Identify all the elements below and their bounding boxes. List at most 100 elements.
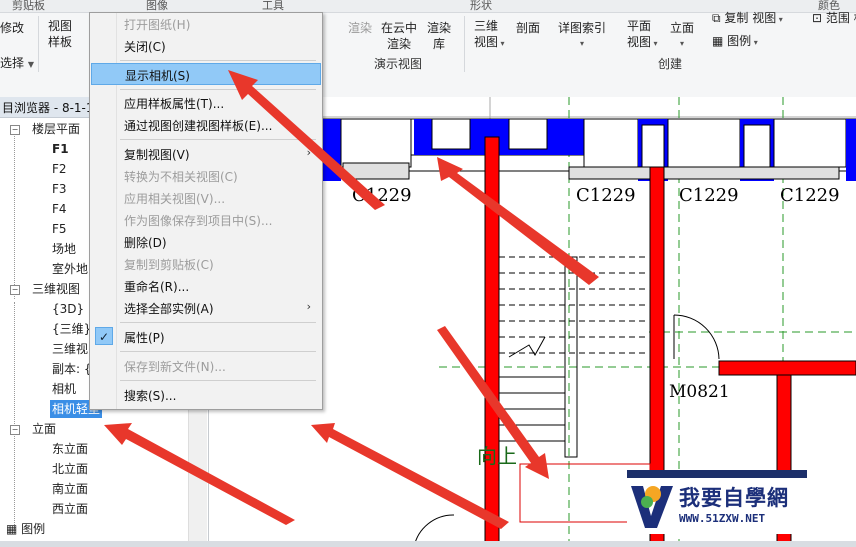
window-label: C1229 [780,185,840,206]
tree-3d-views[interactable]: 三维视图 [32,280,80,298]
plan-view-button[interactable]: 平面 视图 ▾ [627,18,658,52]
callout-button[interactable]: 详图索引 ▾ [558,20,606,52]
menu-item-rename[interactable]: 重命名(R)... [91,275,321,297]
legend-icon: ▦ [6,522,22,536]
menu-item-close[interactable]: 关闭(C) [91,35,321,57]
tree-floor-item[interactable]: F3 [52,180,67,198]
menu-item-search[interactable]: 搜索(S)... [91,384,321,406]
render-button[interactable]: 渲染 [348,20,372,36]
menu-item-copy-clipboard[interactable]: 复制到剪贴板(C) [91,253,321,275]
collapse-toggle[interactable]: − [10,285,20,295]
watermark-logo: 我要自學網 WWW.51ZXW.NET [627,470,827,547]
arrow-to-selected-camera [104,423,295,525]
stairs [499,256,649,458]
legend-icon: ▦ [712,34,724,48]
duplicate-view-button[interactable]: ⧉ 复制 视图 ▾ [712,10,783,28]
modify-button[interactable]: 修改 [0,20,24,36]
tree-floor-item[interactable]: F4 [52,200,67,218]
tree-3d-item[interactable]: 相机 [52,380,76,398]
tree-3d-item[interactable]: {三维} [52,320,91,338]
menu-item-label: 作为图像保存到项目中(S)... [124,214,273,228]
wall-blue [846,119,856,181]
stair-direction-label: 向上 [477,444,517,468]
menu-item-label: 应用相关视图(V)... [124,192,226,206]
window-frame [583,118,639,168]
tree-elevation-item[interactable]: 北立面 [52,460,88,478]
view3d-label-1: 三维 [474,19,499,33]
menu-item-delete[interactable]: 删除(D) [91,231,321,253]
tree-floor-item[interactable]: 室外地 [52,260,88,278]
menu-item-save-image[interactable]: 作为图像保存到项目中(S)... [91,209,321,231]
logo-mark-icon [631,486,673,528]
collapse-toggle[interactable]: − [10,425,20,435]
arrow-to-show-camera [228,70,385,210]
view3d-label-2-text: 视图 [474,35,499,49]
tree-line [14,302,15,430]
menu-item-save-new-file[interactable]: 保存到新文件(N)... [91,355,321,377]
tree-3d-item[interactable]: 副本: { [52,360,92,378]
tree-floor-item[interactable]: F2 [52,160,67,178]
menu-item-label: 选择全部实例(A) [124,302,214,316]
view3d-label-2: 视图 ▾ [474,34,505,52]
chevron-down-icon: ▾ [651,39,658,48]
menu-item-open-sheet[interactable]: 打开图纸(H) [91,13,321,35]
plan-label-2-text: 视图 [627,35,652,49]
chevron-down-icon: ▼ [27,60,34,69]
tree-elevation-item[interactable]: 西立面 [52,500,88,518]
menu-item-properties[interactable]: ✓ 属性(P) [91,326,321,348]
tree-3d-item[interactable]: 三维视 [52,340,88,358]
menu-separator [120,380,316,381]
logo-text: 我要自學網 [679,486,789,510]
legend-button[interactable]: ▦ 图例 ▾ [712,33,758,51]
duplicate-view-icon: ⧉ [712,11,721,25]
tree-3d-item[interactable]: {3D} [52,300,84,318]
chevron-down-icon: ▾ [498,39,505,48]
window-sill [568,166,840,180]
elevation-label: 立面 [670,21,695,35]
menu-item-label: 打开图纸(H) [124,18,191,32]
section-button[interactable]: 剖面 [516,20,540,36]
tree-floor-plans[interactable]: 楼层平面 [32,120,80,138]
tree-elevation-item[interactable]: 东立面 [52,440,88,458]
door-swing [673,314,720,360]
collapse-toggle[interactable]: − [10,125,20,135]
tree-floor-item[interactable]: F5 [52,220,67,238]
tree-elevation-item[interactable]: 南立面 [52,480,88,498]
window-label: C1229 [576,185,636,206]
tree-elevations[interactable]: 立面 [32,420,56,438]
callout-label: 详图索引 [558,21,607,35]
arrow-to-tree-item [311,423,509,529]
select-dropdown[interactable]: 选择 ▼ [0,55,34,73]
scope-box-label: 范围 框 [825,11,856,25]
window-frame [667,118,741,168]
check-icon: ✓ [95,327,113,345]
menu-item-label: 保存到新文件(N)... [124,360,226,374]
annotation-arrow-overlay [228,70,385,210]
project-browser-title: 目浏览器 - 8-1-1 [2,101,94,115]
submenu-arrow-icon: › [306,300,311,313]
plan-label-1: 平面 [627,19,652,33]
window-opening [508,118,548,150]
plan-label-2: 视图 ▾ [627,34,658,52]
scope-box-button[interactable]: ⊡ 范围 框 [812,10,856,26]
elevation-button[interactable]: 立面 ▾ [670,20,694,52]
view-template-label-1: 视图 [48,19,73,33]
menu-item-label: 应用样板属性(T)... [124,97,225,111]
annotation-arrows [311,157,599,529]
menu-item-label: 重命名(R)... [124,280,190,294]
group-create: 创建 [658,57,683,71]
cloud-render-button[interactable]: 在云中 渲染 [381,20,417,52]
window-opening [641,124,665,168]
cloud-render-label-1: 在云中 [381,21,418,35]
view3d-button[interactable]: 三维 视图 ▾ [474,18,505,52]
menu-item-select-all-instances[interactable]: 选择全部实例(A) › [91,297,321,319]
tree-floor-item[interactable]: F1 [52,140,69,158]
view-template-button[interactable]: 视图 样板 [48,18,72,50]
tree-legends[interactable]: ▦ 图例 [6,520,45,538]
menu-separator [120,322,316,323]
tree-floor-item[interactable]: 场地 [52,240,76,258]
view-template-label-2: 样板 [48,35,73,49]
window-opening [743,124,771,168]
annotation-arrow-overlay-2 [104,423,295,525]
render-gallery-button[interactable]: 渲染 库 [427,20,451,52]
